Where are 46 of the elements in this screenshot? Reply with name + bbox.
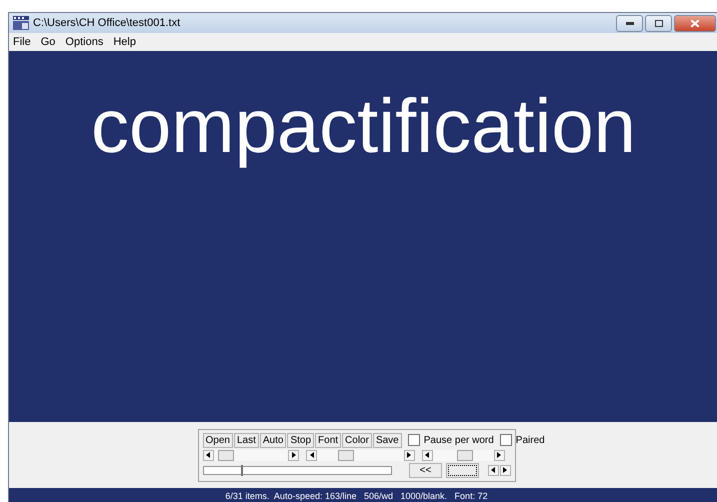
maximize-button[interactable] — [645, 14, 672, 32]
next-button[interactable] — [500, 464, 511, 476]
menu-item[interactable]: Go — [40, 36, 56, 48]
checkbox-label: Paired — [516, 434, 545, 446]
scroll-left-button[interactable] — [306, 450, 318, 460]
toolbar-button[interactable]: Last — [234, 432, 259, 448]
status-bar: 6/31 items. Auto-speed: 163/line 506/wd 1000/blank. Font: 72 — [9, 488, 717, 502]
slider-thumb[interactable] — [218, 450, 234, 460]
close-icon — [691, 20, 699, 26]
toolbar-button[interactable]: Auto — [260, 432, 286, 448]
right-arrow-icon — [497, 452, 501, 458]
previous-button[interactable] — [488, 464, 499, 476]
checkbox[interactable] — [408, 434, 420, 446]
toolbar-button[interactable]: Stop — [287, 432, 314, 448]
toolbar-button[interactable]: Font — [315, 432, 342, 448]
toolbar-button[interactable]: Color — [342, 432, 372, 448]
scroll-right-button[interactable] — [494, 450, 504, 460]
menu-item[interactable]: Help — [113, 36, 136, 48]
checkbox-label: Pause per word — [424, 434, 494, 446]
blank-button[interactable] — [446, 462, 480, 478]
scroll-left-button[interactable] — [422, 450, 433, 460]
toolbar-button[interactable]: Open — [202, 432, 233, 448]
right-arrow-icon — [292, 452, 296, 458]
left-arrow-icon — [491, 467, 496, 473]
maximize-icon — [654, 20, 662, 26]
slider-thumb[interactable] — [457, 450, 474, 460]
right-arrow-icon — [503, 467, 508, 473]
scroll-left-button[interactable] — [202, 450, 214, 460]
menu-item[interactable]: Options — [65, 36, 104, 48]
left-arrow-icon — [425, 452, 430, 458]
close-button[interactable] — [674, 14, 716, 32]
window-title: C:\Users\CH Office\test001.txt — [33, 17, 180, 29]
scroll-right-button[interactable] — [404, 450, 415, 460]
left-arrow-icon — [206, 452, 210, 458]
app-icon — [13, 16, 29, 30]
scroll-right-button[interactable] — [288, 450, 300, 460]
minimize-button[interactable] — [616, 14, 643, 32]
back-button[interactable]: << — [408, 462, 442, 478]
minimize-icon — [626, 22, 634, 24]
right-arrow-icon — [407, 452, 412, 458]
displayed-word: compactification — [91, 85, 636, 169]
toolbar-button[interactable]: Save — [372, 432, 402, 448]
slider-thumb[interactable] — [338, 450, 354, 460]
checkbox[interactable] — [500, 434, 512, 446]
menu-item[interactable]: File — [13, 36, 31, 48]
left-arrow-icon — [310, 452, 314, 458]
